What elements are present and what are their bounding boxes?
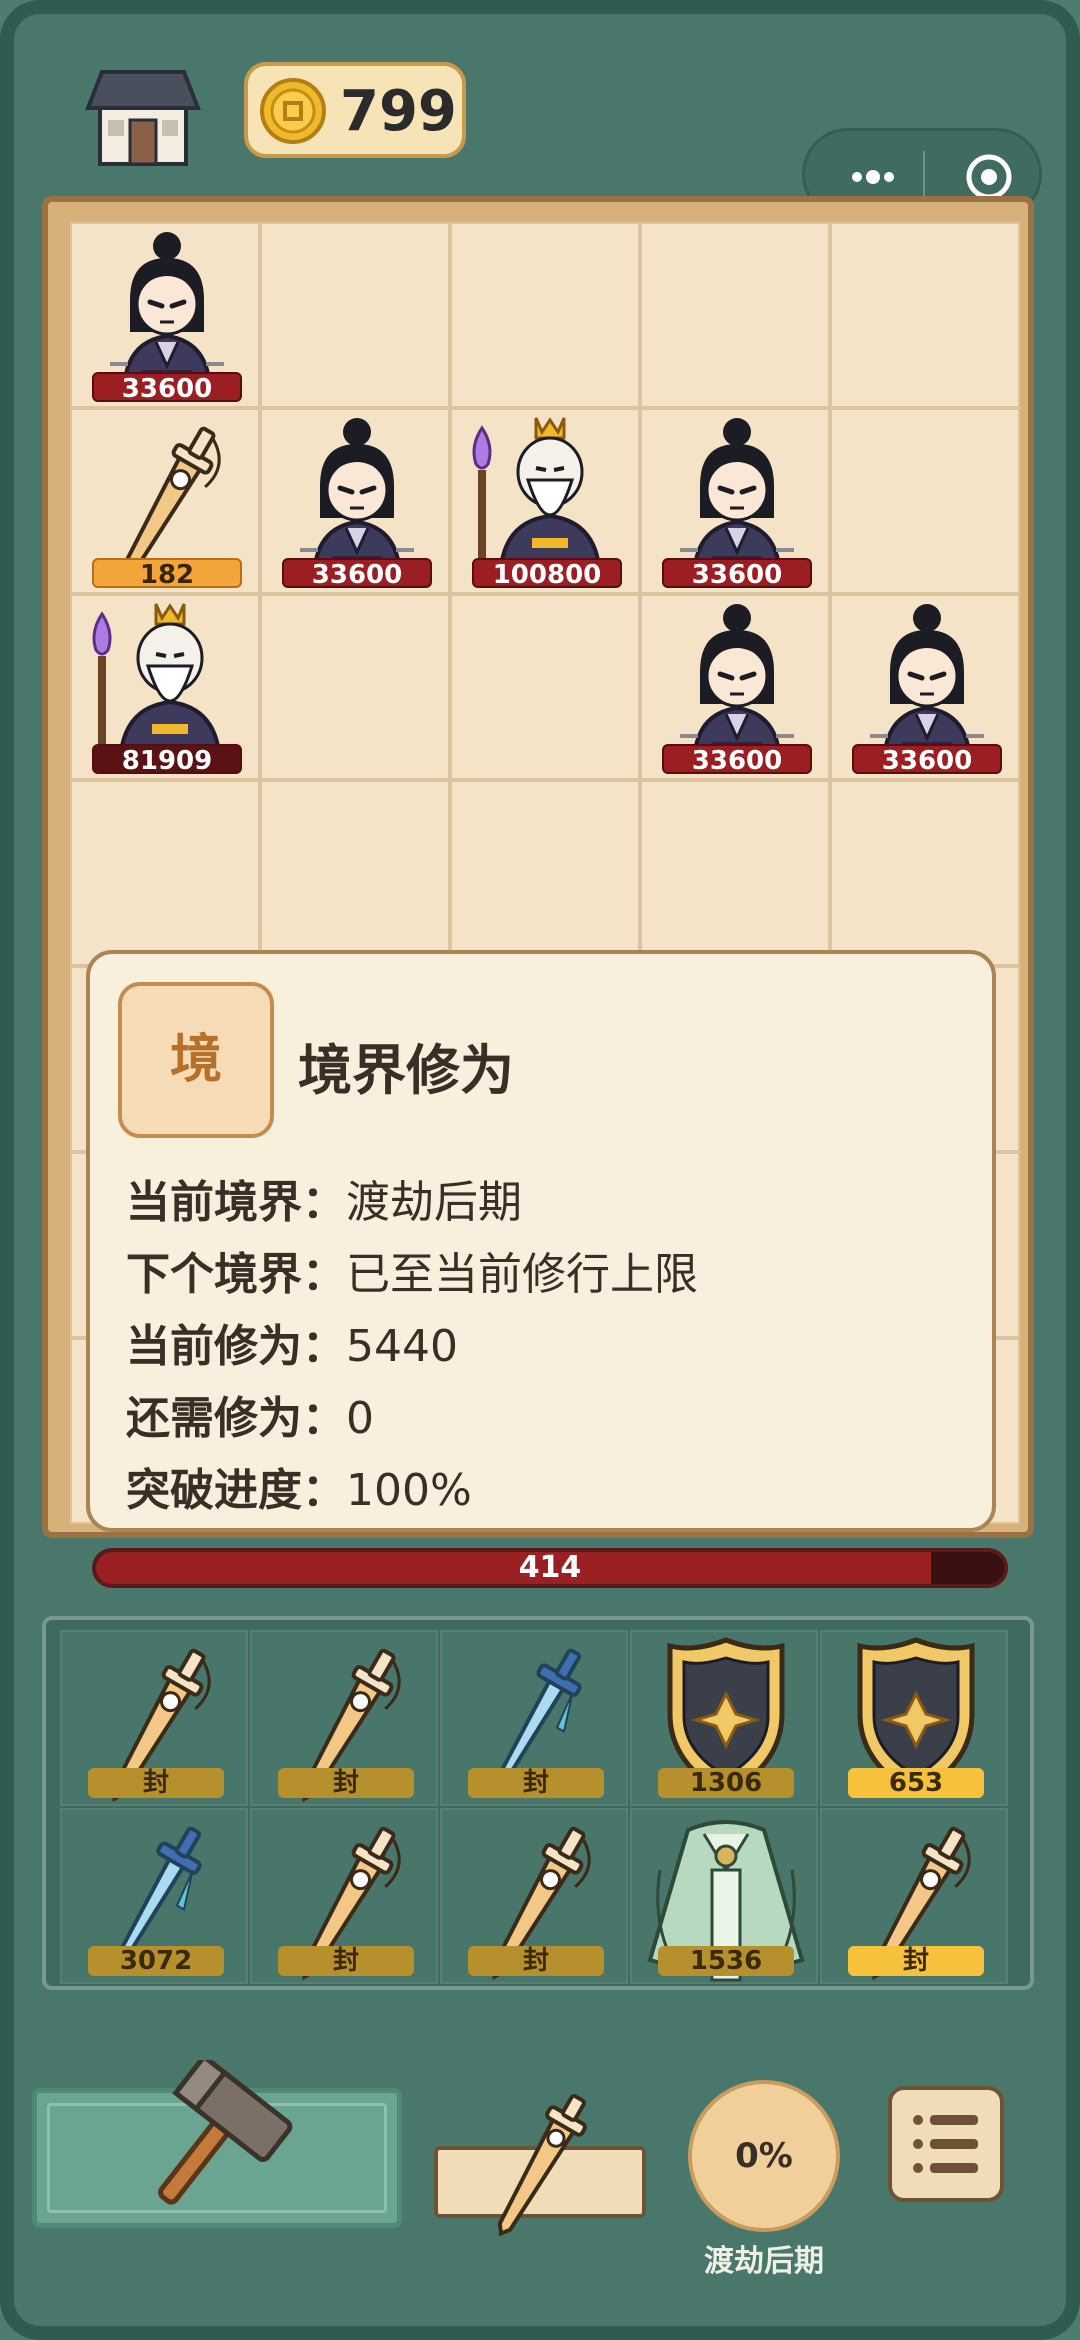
item-tag: 3072 (88, 1946, 224, 1976)
info-key: 当前境界： (126, 1177, 346, 1228)
coin-icon (260, 78, 326, 144)
popup-title: 境界修为 (298, 1039, 514, 1102)
inventory-slot[interactable]: 3072 (60, 1808, 248, 1984)
item-tag: 1306 (658, 1768, 794, 1798)
coin-value: 799 (340, 79, 457, 144)
inventory-slot[interactable]: 封 (60, 1630, 248, 1806)
item-tag: 封 (848, 1946, 984, 1976)
board-cell[interactable] (450, 222, 640, 408)
cultivation-progress-bar: 414 (92, 1548, 1008, 1588)
inventory-grid: 封 封 封 1306 653 3072 封 封 1536 封 (42, 1616, 1034, 1990)
board-cell[interactable] (830, 408, 1020, 594)
info-row-next-realm: 下个境界：已至当前修行上限 (126, 1238, 698, 1302)
board-cell[interactable] (450, 594, 640, 780)
piece-power-label: 33600 (282, 558, 432, 590)
taiji-sword-icon[interactable] (480, 2086, 600, 2246)
board-cell[interactable]: 100800 (450, 408, 640, 594)
inventory-slot[interactable]: 1306 (630, 1630, 818, 1806)
item-tag: 封 (468, 1768, 604, 1798)
item-tag: 1536 (658, 1946, 794, 1976)
inventory-slot[interactable]: 封 (440, 1808, 628, 1984)
info-key: 突破进度： (126, 1465, 346, 1516)
menu-list-icon[interactable] (888, 2086, 1004, 2202)
realm-badge: 境 (118, 982, 274, 1138)
info-value: 渡劫后期 (346, 1177, 522, 1228)
board-cell[interactable] (830, 222, 1020, 408)
piece-power-label: 182 (92, 558, 242, 590)
piece-power-label: 33600 (662, 744, 812, 776)
inventory-slot[interactable]: 653 (820, 1630, 1008, 1806)
board-cell[interactable]: 33600 (640, 408, 830, 594)
piece-power-label: 100800 (472, 558, 622, 590)
piece-power-label: 81909 (92, 744, 242, 776)
item-tag: 封 (468, 1946, 604, 1976)
board-cell[interactable] (260, 780, 450, 966)
board-cell[interactable]: 33600 (70, 222, 260, 408)
info-value: 0 (346, 1393, 374, 1444)
info-value: 100% (346, 1465, 472, 1516)
board-cell[interactable] (640, 780, 830, 966)
info-row-current-cultivation: 当前修为：5440 (126, 1310, 458, 1374)
item-tag: 封 (278, 1768, 414, 1798)
breakthrough-progress-circle[interactable]: 0% (688, 2080, 840, 2232)
info-key: 下个境界： (126, 1249, 346, 1300)
board-cell[interactable] (830, 780, 1020, 966)
board-cell[interactable]: 33600 (260, 408, 450, 594)
board-cell[interactable] (260, 594, 450, 780)
coin-counter: 799 (244, 62, 466, 158)
board-cell[interactable]: 33600 (830, 594, 1020, 780)
piece-power-label: 33600 (662, 558, 812, 590)
info-value: 已至当前修行上限 (346, 1249, 698, 1300)
inventory-slot[interactable]: 封 (820, 1808, 1008, 1984)
info-key: 还需修为： (126, 1393, 346, 1444)
info-key: 当前修为： (126, 1321, 346, 1372)
board-cell[interactable] (260, 222, 450, 408)
item-tag: 653 (848, 1768, 984, 1798)
info-row-required-cultivation: 还需修为：0 (126, 1382, 374, 1446)
inventory-slot[interactable]: 封 (250, 1808, 438, 1984)
board-cell[interactable] (70, 780, 260, 966)
item-tag: 封 (278, 1946, 414, 1976)
info-row-current-realm: 当前境界：渡劫后期 (126, 1166, 522, 1230)
board-cell[interactable]: 33600 (640, 594, 830, 780)
inventory-slot[interactable]: 封 (440, 1630, 628, 1806)
realm-label: 渡劫后期 (704, 2244, 824, 2279)
piece-power-label: 33600 (852, 744, 1002, 776)
board-cell[interactable]: 182 (70, 408, 260, 594)
board-cell[interactable]: 81909 (70, 594, 260, 780)
info-row-breakthrough-progress: 突破进度：100% (126, 1454, 472, 1518)
home-house-icon[interactable] (80, 62, 206, 170)
progress-value: 414 (518, 1550, 582, 1585)
inventory-slot[interactable]: 封 (250, 1630, 438, 1806)
info-value: 5440 (346, 1321, 458, 1372)
realm-info-popup: 境 境界修为 当前境界：渡劫后期 下个境界：已至当前修行上限 当前修为：5440… (86, 950, 996, 1532)
piece-power-label: 33600 (92, 372, 242, 404)
board-cell[interactable] (450, 780, 640, 966)
inventory-slot[interactable]: 1536 (630, 1808, 818, 1984)
hammer-icon[interactable] (120, 2053, 300, 2220)
item-tag: 封 (88, 1768, 224, 1798)
board-cell[interactable] (640, 222, 830, 408)
